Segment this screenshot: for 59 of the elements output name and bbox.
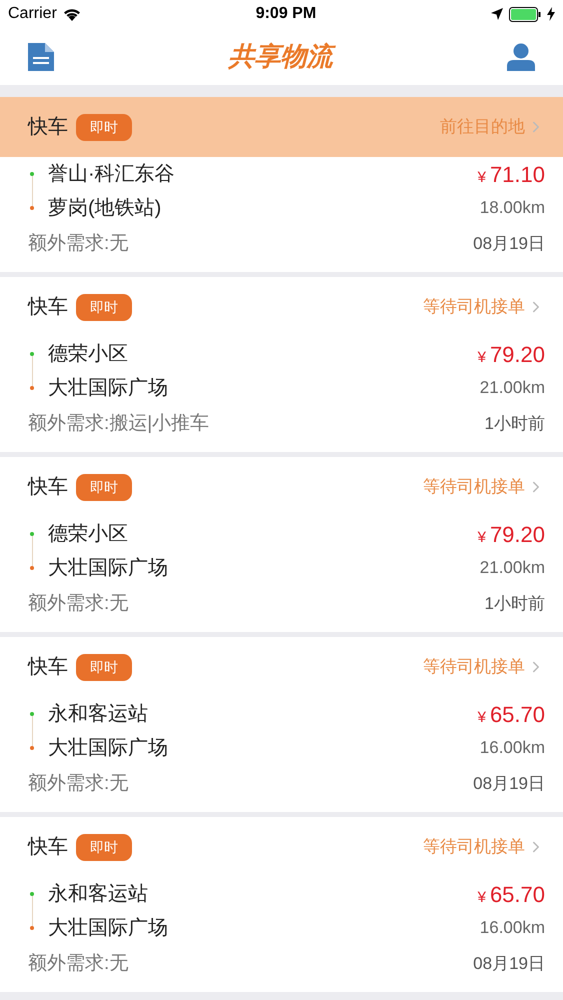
origin-address: 德荣小区 <box>48 342 128 367</box>
origin-address: 永和客运站 <box>48 882 148 907</box>
order-type: 快车 <box>28 655 68 680</box>
order-time: 08月19日 <box>473 233 545 256</box>
wifi-icon <box>62 8 81 20</box>
destination-address: 萝岗(地铁站) <box>48 196 162 221</box>
order-status: 等待司机接单 <box>423 836 525 858</box>
charging-icon <box>546 7 555 21</box>
location-arrow-icon <box>490 8 503 20</box>
origin-address: 永和客运站 <box>48 702 148 727</box>
order-status: 等待司机接单 <box>423 296 525 318</box>
order-status: 前往目的地 <box>440 116 525 138</box>
destination-address: 大壮国际广场 <box>48 916 168 941</box>
order-time: 08月19日 <box>473 773 545 796</box>
order-distance: 16.00km <box>480 737 545 760</box>
user-icon[interactable] <box>507 42 535 70</box>
order-distance: 18.00km <box>480 197 545 220</box>
battery-icon <box>508 6 541 22</box>
order-tag: 即时 <box>76 114 132 140</box>
order-time: 1小时前 <box>484 593 545 616</box>
order-header[interactable]: 快车 即时 前往目的地 <box>0 97 563 157</box>
order-type: 快车 <box>28 475 68 500</box>
order-type: 快车 <box>28 295 68 320</box>
order-card[interactable]: 快车 即时 等待司机接单 德荣小区 ¥ 79.20 大壮国际广场 21.00km 额外需求:无 1小时前 <box>0 457 563 632</box>
order-card[interactable]: 快车 即时 等待司机接单 永和客运站 ¥ 65.70 大壮国际广场 16.00km 额外需求:无 08月19日 <box>0 817 563 992</box>
destination-address: 大壮国际广场 <box>48 736 168 761</box>
order-time: 1小时前 <box>484 413 545 436</box>
order-tag: 即时 <box>76 834 132 860</box>
order-price: ¥ 65.70 <box>478 880 545 908</box>
carrier-label: Carrier <box>8 4 57 24</box>
order-price: ¥ 65.70 <box>478 700 545 728</box>
order-card[interactable]: 快车 即时 前往目的地 誉山·科汇东谷 ¥ 71.10 萝岗(地铁站) 18.00km 额外需求:无 08月19日 <box>0 97 563 272</box>
order-card[interactable]: 快车 即时 等待司机接单 永和客运站 ¥ 65.70 大壮国际广场 16.00km 额外需求:无 08月19日 <box>0 637 563 812</box>
origin-address: 德荣小区 <box>48 522 128 547</box>
extra-requirements: 额外需求:无 <box>28 232 128 256</box>
extra-requirements: 额外需求:无 <box>28 772 128 796</box>
order-time: 08月19日 <box>473 953 545 976</box>
order-type: 快车 <box>28 835 68 860</box>
order-price: ¥ 79.20 <box>478 340 545 368</box>
extra-requirements: 额外需求:无 <box>28 952 128 976</box>
destination-address: 大壮国际广场 <box>48 376 168 401</box>
order-distance: 21.00km <box>480 377 545 400</box>
clock: 9:09 PM <box>256 4 316 24</box>
order-status: 等待司机接单 <box>423 656 525 678</box>
origin-address: 誉山·科汇东谷 <box>48 162 175 187</box>
order-tag: 即时 <box>76 294 132 320</box>
order-distance: 16.00km <box>480 917 545 940</box>
order-tag: 即时 <box>76 654 132 680</box>
order-tag: 即时 <box>76 474 132 500</box>
document-icon[interactable] <box>28 42 54 70</box>
order-price: ¥ 79.20 <box>478 520 545 548</box>
destination-address: 大壮国际广场 <box>48 556 168 581</box>
order-distance: 21.00km <box>480 557 545 580</box>
order-price: ¥ 71.10 <box>478 160 545 188</box>
extra-requirements: 额外需求:无 <box>28 592 128 616</box>
order-status: 等待司机接单 <box>423 476 525 498</box>
order-type: 快车 <box>28 115 68 140</box>
order-card[interactable]: 快车 即时 等待司机接单 德荣小区 ¥ 79.20 大壮国际广场 21.00km 额外需求:搬运|小推车 1小时前 <box>0 277 563 452</box>
extra-requirements: 额外需求:搬运|小推车 <box>28 412 210 436</box>
